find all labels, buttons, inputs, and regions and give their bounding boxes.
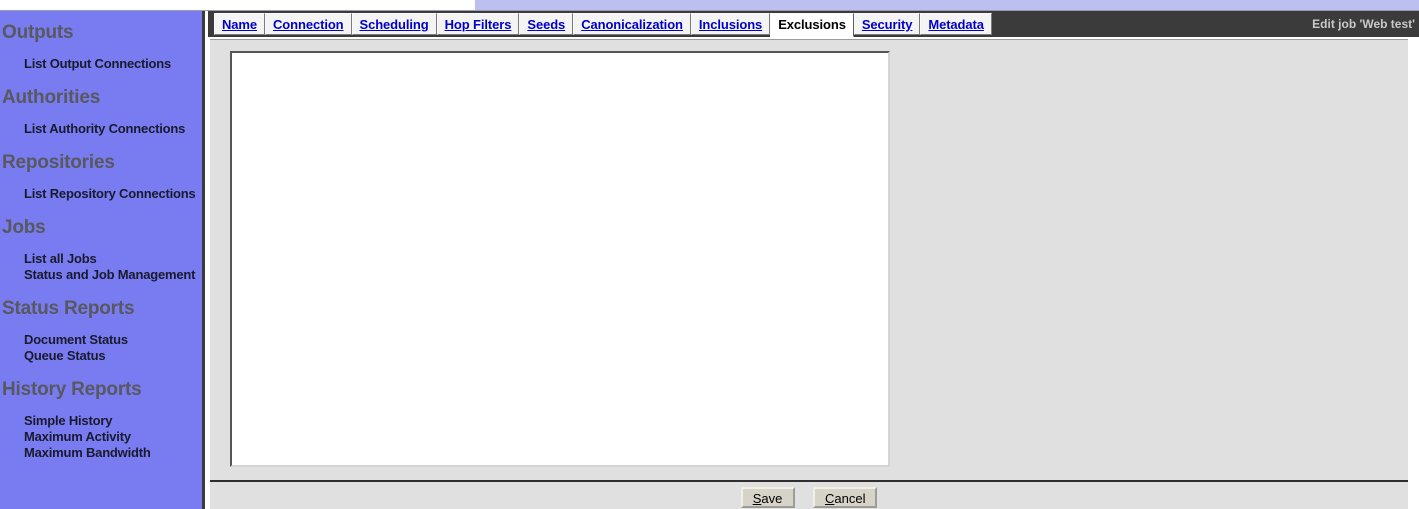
sidebar-section-heading: Authorities — [2, 87, 101, 108]
sidebar-item-list-authority-connections[interactable]: List Authority Connections — [0, 121, 202, 137]
sidebar-section-heading: History Reports — [2, 379, 142, 400]
cancel-label-rest: ancel — [834, 491, 866, 506]
sidebar-item-list-all-jobs[interactable]: List all Jobs — [0, 251, 202, 267]
form-button-bar: Save Cancel — [210, 480, 1408, 509]
tab-hop-filters[interactable]: Hop Filters — [436, 13, 520, 35]
save-button[interactable]: Save — [740, 487, 795, 508]
sidebar-item-maximum-activity[interactable]: Maximum Activity — [0, 429, 202, 445]
sidebar-item-maximum-bandwidth[interactable]: Maximum Bandwidth — [0, 445, 202, 461]
tab-inclusions[interactable]: Inclusions — [690, 13, 771, 35]
top-strip-lavender-segment — [475, 0, 1419, 10]
sidebar-item-queue-status[interactable]: Queue Status — [0, 348, 202, 364]
tab-canonicalization[interactable]: Canonicalization — [573, 13, 691, 35]
sidebar-item-list-output-connections[interactable]: List Output Connections — [0, 56, 202, 72]
cancel-button[interactable]: Cancel — [812, 487, 878, 508]
sidebar-item-document-status[interactable]: Document Status — [0, 332, 202, 348]
tab-name[interactable]: Name — [214, 13, 266, 35]
manifoldcf-window: Outputs List Output Connections Authoritie… — [0, 0, 1419, 509]
main-pane: Name Connection Scheduling Hop Filters Seeds… — [208, 11, 1419, 509]
tab-scheduling[interactable]: Scheduling — [351, 13, 437, 35]
sidebar-section-heading: Status Reports — [2, 298, 135, 319]
sidebar-navigation: Outputs List Output Connections Authoritie… — [0, 11, 205, 509]
tab-bar: Name Connection Scheduling Hop Filters Seeds… — [208, 11, 1419, 37]
sidebar-item-simple-history[interactable]: Simple History — [0, 413, 202, 429]
tab-exclusions[interactable]: Exclusions — [770, 13, 854, 37]
tab-security[interactable]: Security — [853, 13, 921, 35]
tab-metadata[interactable]: Metadata — [920, 13, 992, 35]
sidebar-section-heading: Repositories — [2, 152, 115, 173]
sidebar-item-list-repository-connections[interactable]: List Repository Connections — [0, 186, 202, 202]
top-browser-strip — [0, 0, 1419, 11]
exclusions-panel — [210, 39, 1408, 480]
exclusions-input[interactable] — [230, 51, 890, 467]
tab-connection[interactable]: Connection — [265, 13, 352, 35]
tab-seeds[interactable]: Seeds — [519, 13, 574, 35]
cancel-accesskey: C — [824, 491, 835, 506]
save-label-rest: ave — [761, 491, 783, 506]
page-title: Edit job 'Web test' — [1312, 17, 1415, 31]
sidebar-section-heading: Outputs — [2, 22, 74, 43]
sidebar-item-status-and-job-management[interactable]: Status and Job Management — [0, 267, 202, 283]
sidebar-section-heading: Jobs — [2, 217, 46, 238]
